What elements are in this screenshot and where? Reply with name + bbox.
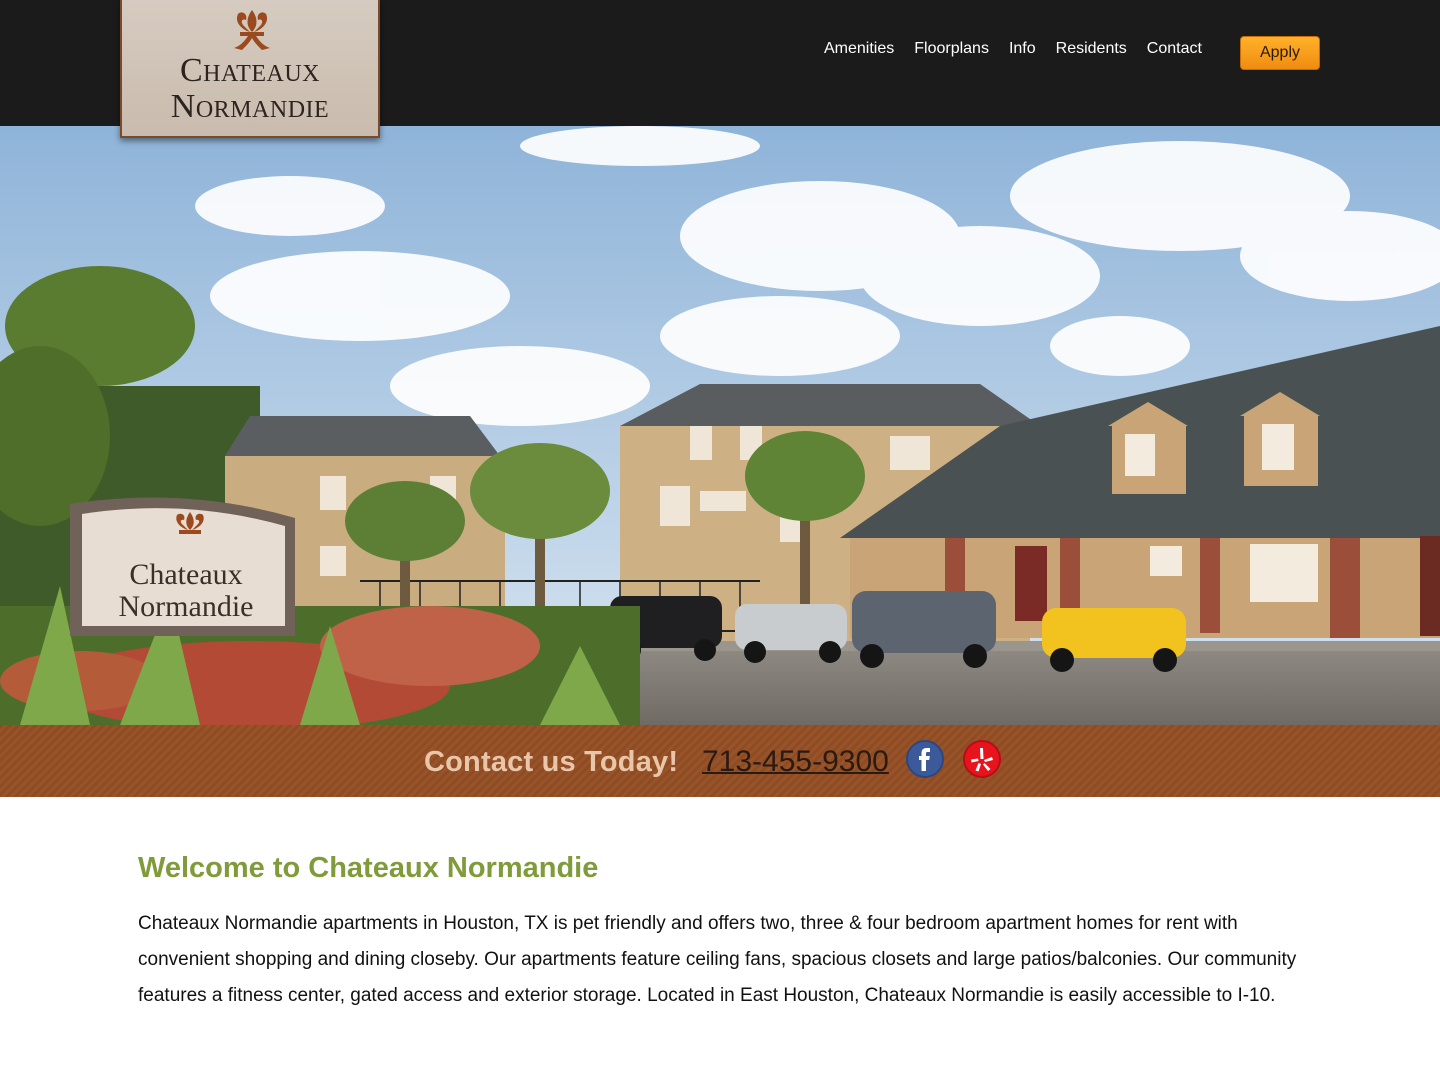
site-logo[interactable]: Chateaux Normandie xyxy=(120,0,380,138)
contact-phone-link[interactable]: 713-455-9300 xyxy=(702,745,889,779)
apply-button[interactable]: Apply xyxy=(1240,36,1320,70)
contact-cta-text: Contact us Today! xyxy=(424,746,679,778)
nav-floorplans[interactable]: Floorplans xyxy=(914,40,989,58)
logo-line-1: Chateaux xyxy=(180,52,320,89)
nav-amenities[interactable]: Amenities xyxy=(824,40,894,58)
hero-image: Chateaux Normandie xyxy=(0,126,1440,725)
sign-line-2: Normandie xyxy=(119,590,254,623)
logo-line-2: Normandie xyxy=(170,88,330,125)
yelp-icon[interactable] xyxy=(963,740,1001,778)
facebook-icon[interactable] xyxy=(906,740,944,778)
sign-line-1: Chateaux xyxy=(129,558,242,591)
nav-info[interactable]: Info xyxy=(1009,40,1036,58)
fleur-de-lis-icon xyxy=(234,10,270,50)
page-title: Welcome to Chateaux Normandie xyxy=(138,852,599,884)
nav-contact[interactable]: Contact xyxy=(1147,40,1202,58)
nav-residents[interactable]: Residents xyxy=(1056,40,1127,58)
main-nav: Amenities Floorplans Info Residents Cont… xyxy=(824,40,1222,58)
intro-paragraph: Chateaux Normandie apartments in Houston… xyxy=(138,913,1297,1006)
